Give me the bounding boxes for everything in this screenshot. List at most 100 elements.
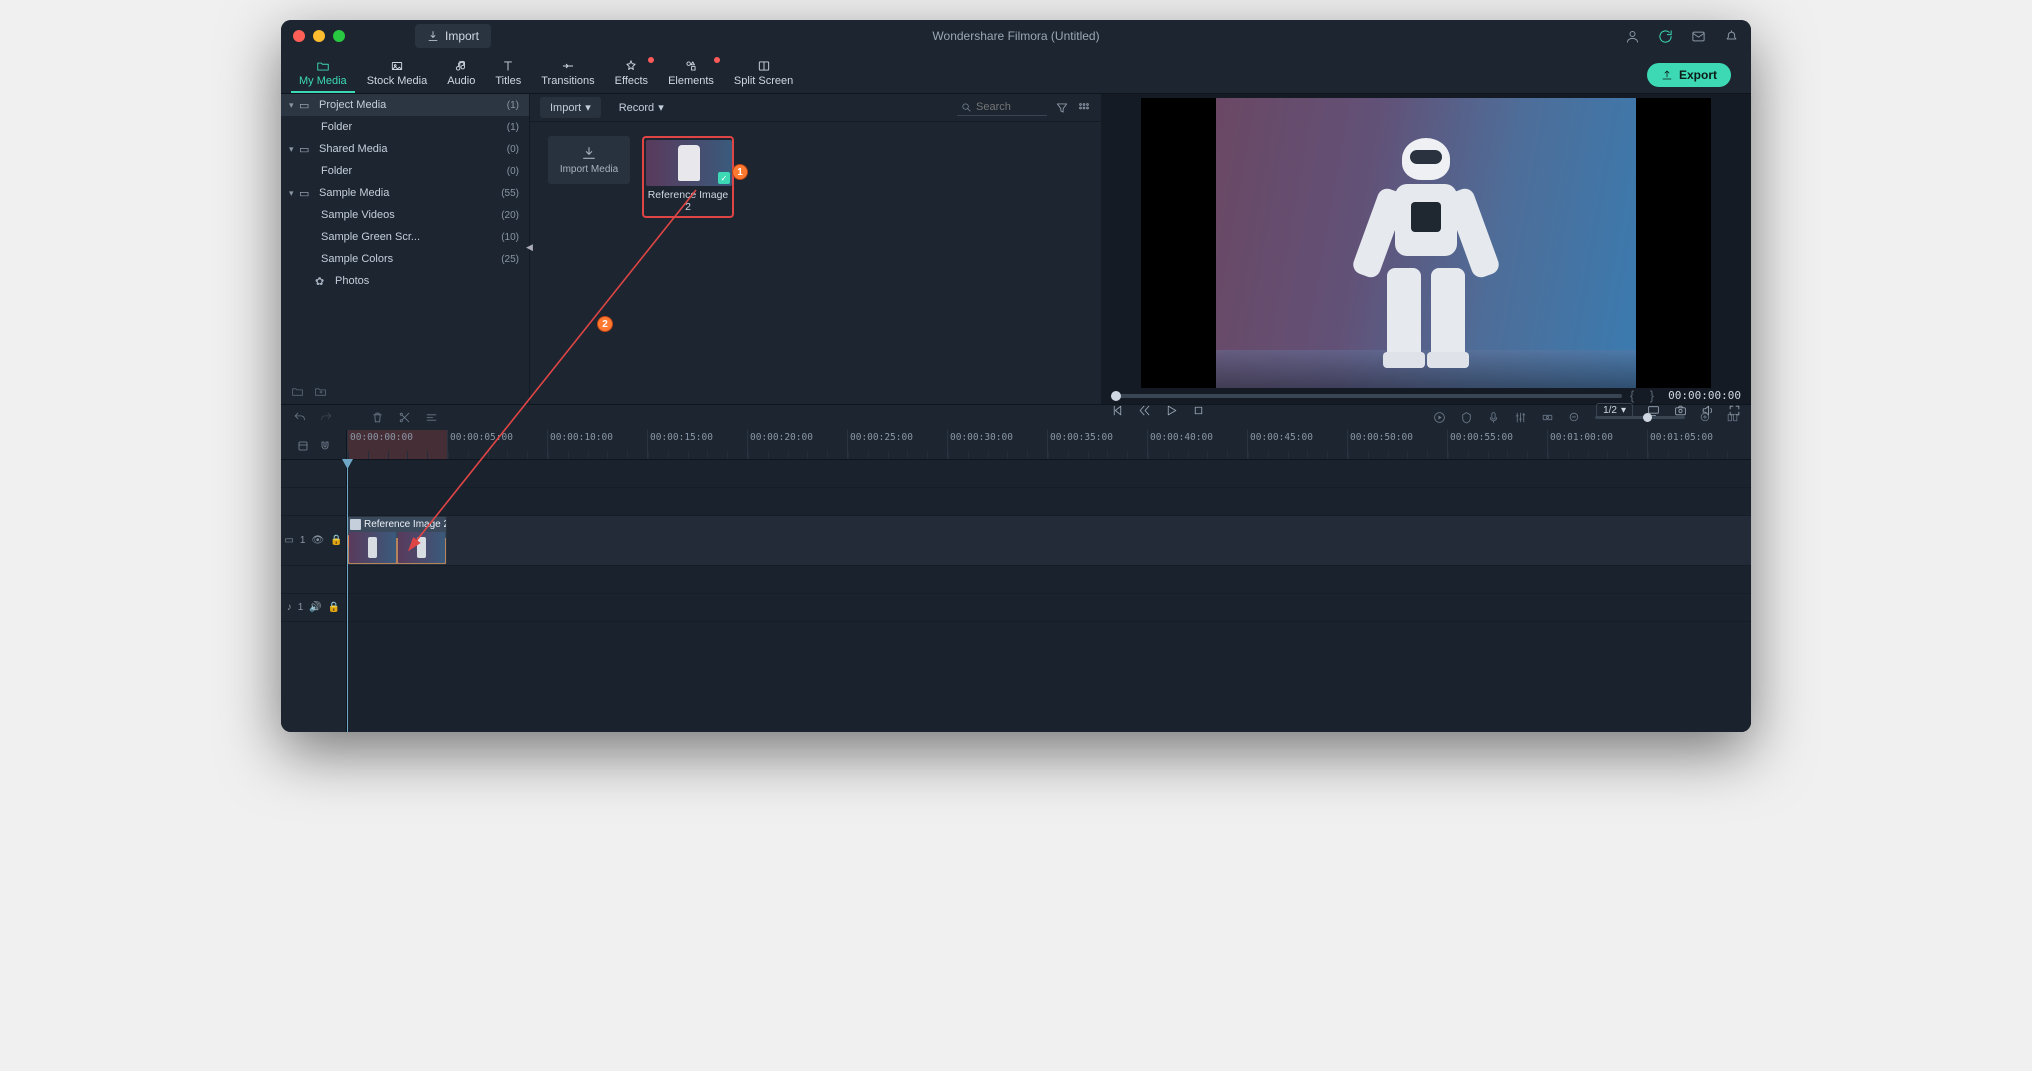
sidebar-item-folder[interactable]: Folder(1) <box>281 116 529 138</box>
zoom-knob[interactable] <box>1643 413 1652 422</box>
range-brackets[interactable]: { } <box>1630 388 1660 403</box>
sidebar-item-count: (0) <box>507 166 519 177</box>
stop-icon[interactable] <box>1192 404 1205 417</box>
chevron-down-icon[interactable]: ▾ <box>289 100 299 111</box>
sidebar-item-count: (0) <box>507 144 519 155</box>
video-track-head: ▭ 1 👁 🔒 <box>281 516 347 565</box>
grid-view-icon[interactable] <box>1077 101 1091 115</box>
keyframe-icon[interactable] <box>1541 411 1554 424</box>
sidebar-item-sample-media[interactable]: ▾▭Sample Media(55) <box>281 182 529 204</box>
sidebar-item-sample-colors[interactable]: Sample Colors(25) <box>281 248 529 270</box>
titlebar: Import Wondershare Filmora (Untitled) <box>281 20 1751 52</box>
ruler-label: 00:00:20:00 <box>750 432 813 443</box>
messages-icon[interactable] <box>1691 29 1706 44</box>
zoom-slider[interactable] <box>1595 416 1685 419</box>
tab-audio[interactable]: Audio <box>439 57 483 93</box>
tab-my-media[interactable]: My Media <box>291 57 355 93</box>
tab-label: Audio <box>447 75 475 87</box>
zoom-in-icon[interactable] <box>1699 411 1712 424</box>
audio-mixer-icon[interactable] <box>1514 411 1527 424</box>
media-grid: Import Media ✓ Reference Image 2 1 <box>530 122 1101 232</box>
import-button-label: Import <box>445 29 479 43</box>
timeline-tracks: ▭ 1 👁 🔒 Reference Image 2 <box>281 460 1751 732</box>
close-window[interactable] <box>293 30 305 42</box>
search-input[interactable] <box>976 101 1036 113</box>
sidebar-item-count: (10) <box>501 232 519 243</box>
tab-icon <box>388 59 406 73</box>
magnet-icon[interactable] <box>319 439 331 451</box>
tab-effects[interactable]: Effects <box>607 57 656 93</box>
split-icon[interactable] <box>398 411 411 424</box>
panel-collapse-handle[interactable]: ◀ <box>526 242 533 253</box>
maximize-window[interactable] <box>333 30 345 42</box>
ruler-tick: 00:00:25:00 <box>847 430 947 459</box>
tab-transitions[interactable]: Transitions <box>533 57 602 93</box>
music-icon: ♪ <box>287 602 292 613</box>
tab-stock-media[interactable]: Stock Media <box>359 57 436 93</box>
timeline-ruler[interactable]: 00:00:00:0000:00:05:0000:00:10:0000:00:1… <box>347 430 1751 459</box>
notifications-icon[interactable] <box>1724 29 1739 44</box>
sidebar-item-sample-videos[interactable]: Sample Videos(20) <box>281 204 529 226</box>
lock-icon[interactable]: 🔒 <box>330 535 342 546</box>
voiceover-icon[interactable] <box>1487 411 1500 424</box>
undo-icon[interactable] <box>293 411 306 424</box>
sidebar-item-photos[interactable]: ✿Photos <box>281 270 529 292</box>
tab-elements[interactable]: Elements <box>660 57 722 93</box>
scrub-row: { } 00:00:00:00 <box>1101 388 1751 403</box>
marker-icon[interactable] <box>1460 411 1473 424</box>
sidebar-item-folder[interactable]: Folder(0) <box>281 160 529 182</box>
chevron-down-icon[interactable]: ▾ <box>289 188 299 199</box>
sidebar-item-count: (55) <box>501 188 519 199</box>
ruler-label: 00:00:15:00 <box>650 432 713 443</box>
scrub-track[interactable] <box>1111 394 1622 398</box>
import-dropdown[interactable]: Import▾ <box>540 97 601 118</box>
audio-track[interactable]: ♪ 1 🔊 🔒 <box>281 594 1751 622</box>
redo-icon[interactable] <box>320 411 333 424</box>
render-icon[interactable] <box>1433 411 1446 424</box>
timeline-clip[interactable]: Reference Image 2 <box>347 516 447 565</box>
step-back-icon[interactable] <box>1138 404 1151 417</box>
edit-tools-icon[interactable] <box>425 411 438 424</box>
tab-titles[interactable]: Titles <box>487 57 529 93</box>
filter-icon[interactable] <box>1055 101 1069 115</box>
ruler-label: 00:00:25:00 <box>850 432 913 443</box>
minimize-window[interactable] <box>313 30 325 42</box>
tab-split-screen[interactable]: Split Screen <box>726 57 801 93</box>
tab-icon <box>622 59 640 73</box>
export-button[interactable]: Export <box>1647 63 1731 87</box>
import-button[interactable]: Import <box>415 24 491 48</box>
track-options-icon[interactable] <box>297 439 309 451</box>
audio-track-head: ♪ 1 🔊 🔒 <box>281 594 347 621</box>
speaker-icon[interactable]: 🔊 <box>309 602 321 613</box>
ruler-label: 00:00:40:00 <box>1150 432 1213 443</box>
video-track[interactable]: ▭ 1 👁 🔒 Reference Image 2 <box>281 516 1751 566</box>
cloud-sync-icon[interactable] <box>1658 29 1673 44</box>
chevron-down-icon: ▾ <box>658 101 664 114</box>
chevron-down-icon[interactable]: ▾ <box>289 144 299 155</box>
media-browser: Import▾ Record▾ Import Media <box>529 94 1101 404</box>
track-spacer-bottom <box>281 622 1751 732</box>
sidebar-item-label: Sample Green Scr... <box>321 231 501 243</box>
import-media-card[interactable]: Import Media <box>548 136 630 218</box>
scrub-head[interactable] <box>1111 391 1121 401</box>
record-dropdown[interactable]: Record▾ <box>609 97 674 118</box>
photos-icon: ✿ <box>315 275 329 288</box>
delete-icon[interactable] <box>371 411 384 424</box>
prev-frame-icon[interactable] <box>1111 404 1124 417</box>
new-bin-icon[interactable] <box>314 385 327 398</box>
new-folder-icon[interactable] <box>291 385 304 398</box>
sidebar-item-shared-media[interactable]: ▾▭Shared Media(0) <box>281 138 529 160</box>
sidebar-item-sample-green-scr-[interactable]: Sample Green Scr...(10) <box>281 226 529 248</box>
media-thumb-card[interactable]: ✓ Reference Image 2 1 <box>642 136 734 218</box>
zoom-out-icon[interactable] <box>1568 411 1581 424</box>
search-box[interactable] <box>957 99 1047 116</box>
zoom-fit-icon[interactable] <box>1726 411 1739 424</box>
eye-icon[interactable]: 👁 <box>311 535 324 546</box>
tab-icon <box>682 59 700 73</box>
ruler-label: 00:00:10:00 <box>550 432 613 443</box>
sidebar-item-project-media[interactable]: ▾▭Project Media(1) <box>281 94 529 116</box>
lock-icon[interactable]: 🔒 <box>328 602 340 613</box>
play-icon[interactable] <box>1165 404 1178 417</box>
account-icon[interactable] <box>1625 29 1640 44</box>
folder-icon: ▭ <box>299 99 313 112</box>
